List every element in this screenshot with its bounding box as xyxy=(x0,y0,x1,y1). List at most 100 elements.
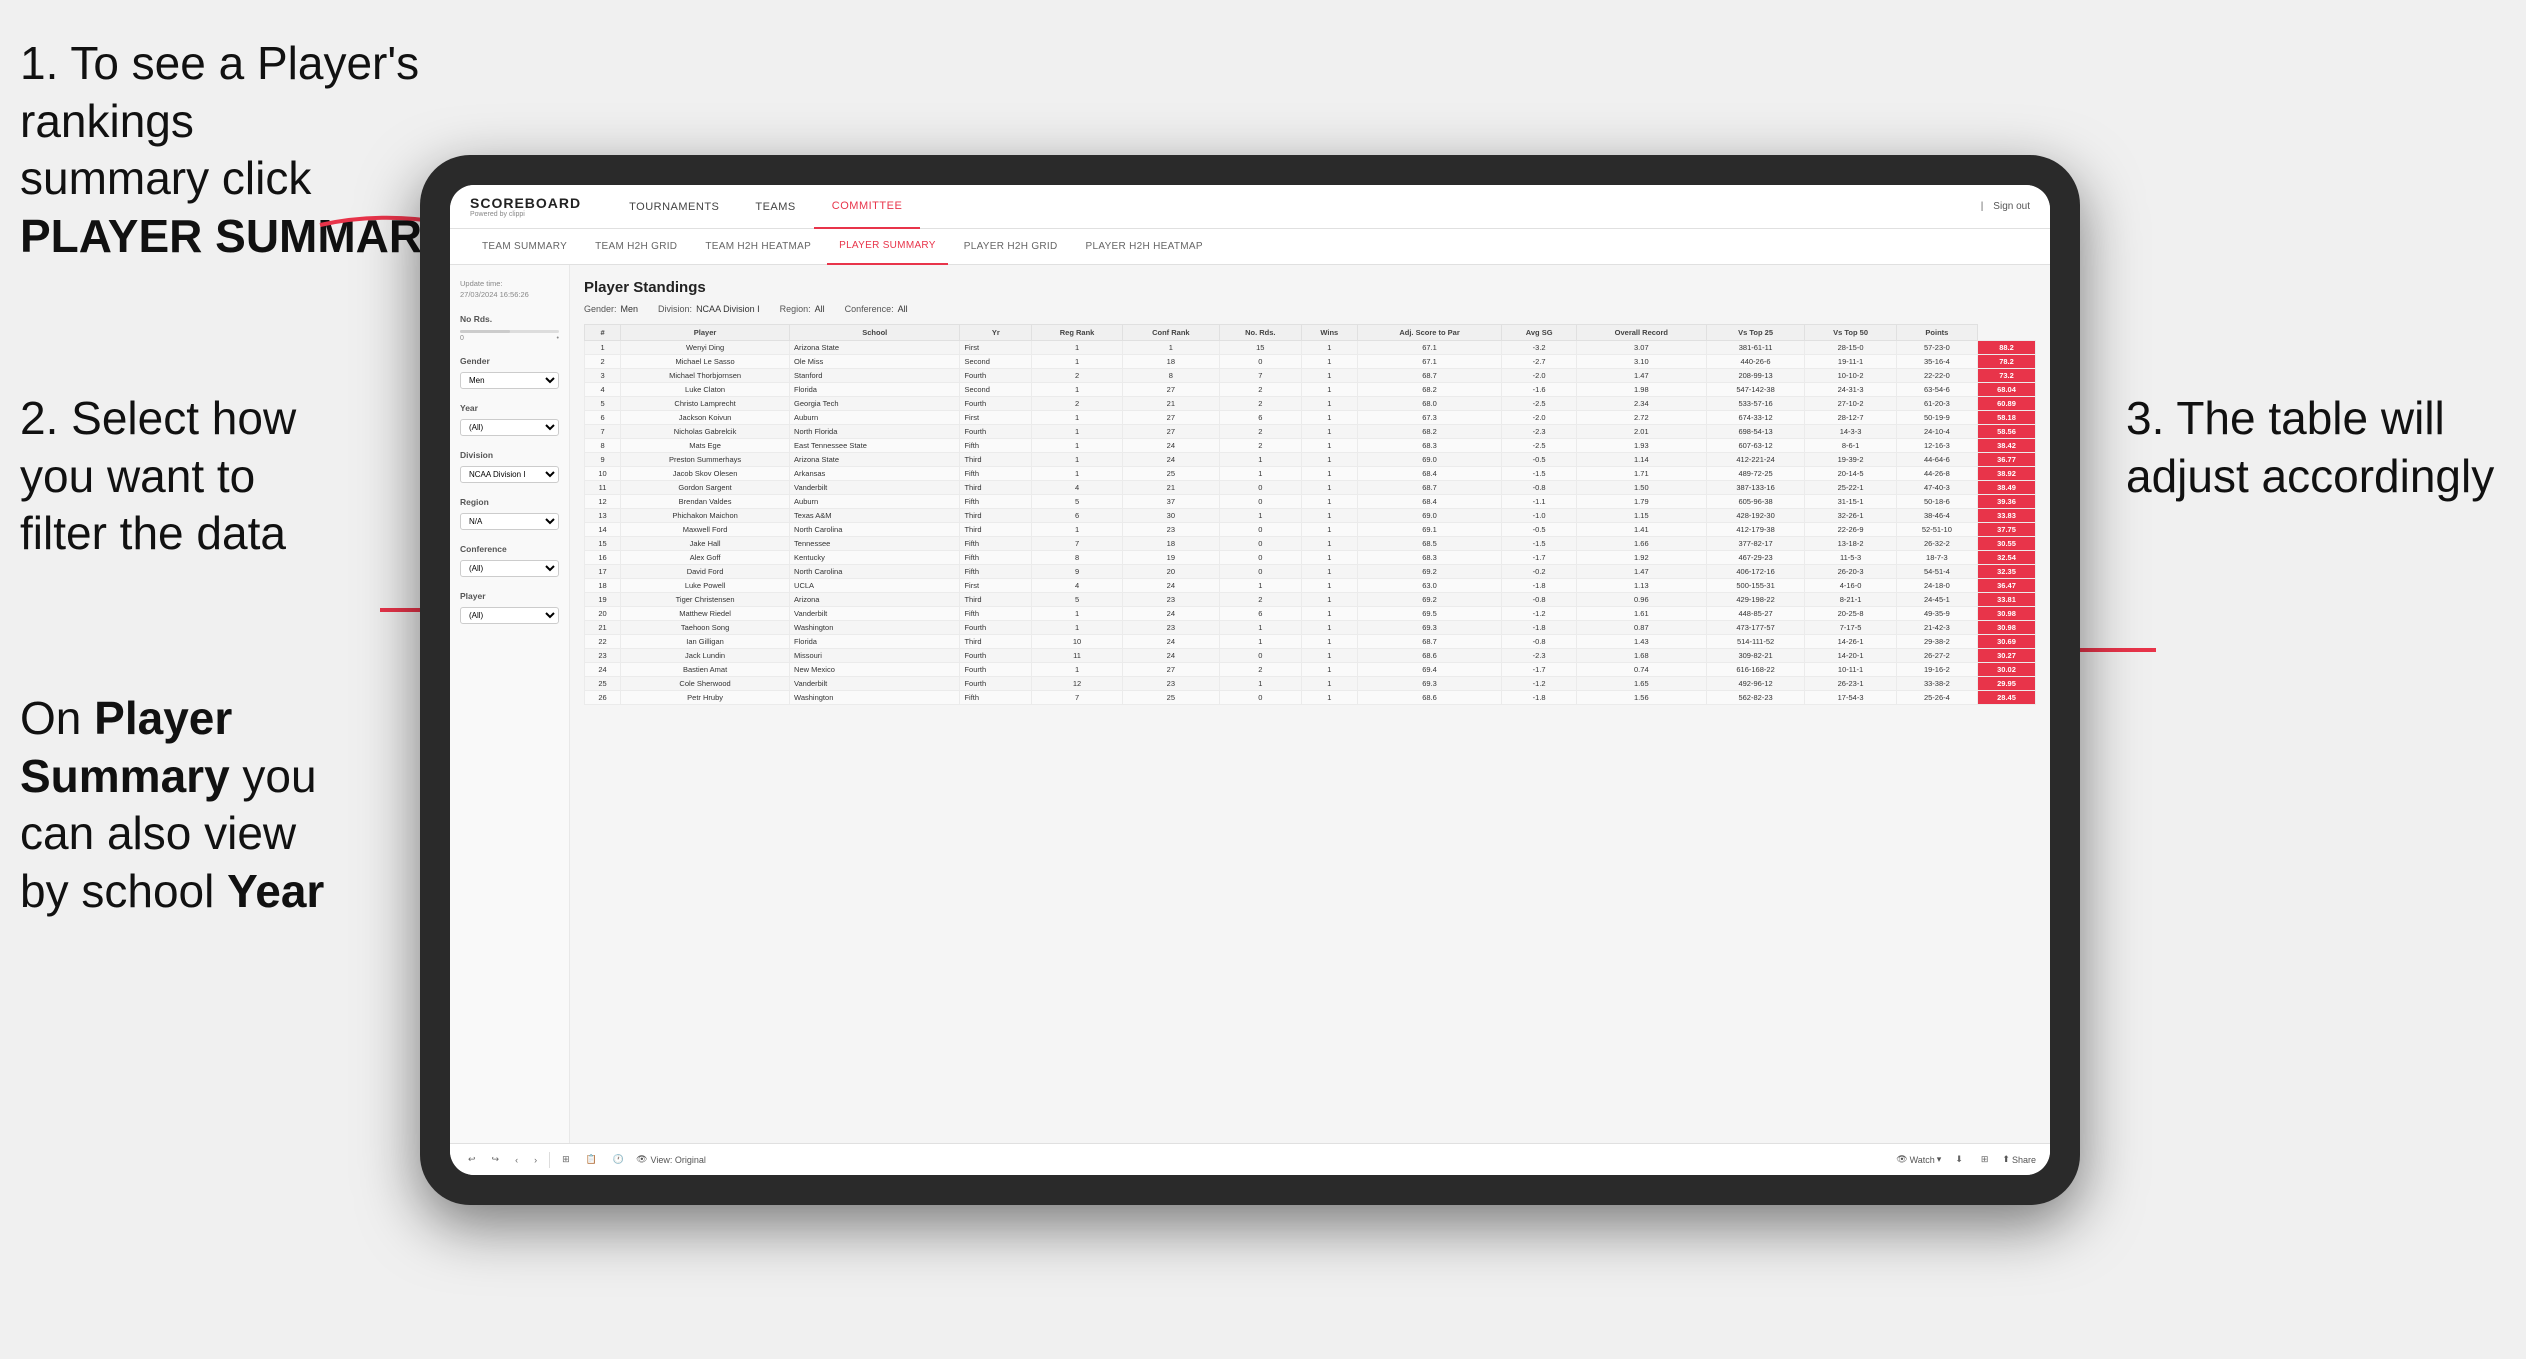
sub-nav-player-h2h-heatmap[interactable]: PLAYER H2H HEATMAP xyxy=(1074,229,1215,265)
table-cell: 1 xyxy=(1219,579,1301,593)
table-cell: 28-12-7 xyxy=(1805,411,1896,425)
table-cell: Georgia Tech xyxy=(790,397,960,411)
table-cell: 30.98 xyxy=(1978,621,2036,635)
nav-item-committee[interactable]: COMMITTEE xyxy=(814,185,921,229)
eye-watch-icon: 👁 xyxy=(1896,1154,1907,1165)
share-btn[interactable]: ⬆ Share xyxy=(2002,1154,2036,1165)
year-select[interactable]: (All) First Second Third Fourth Fifth xyxy=(460,419,559,436)
sub-nav-player-h2h-grid[interactable]: PLAYER H2H GRID xyxy=(952,229,1070,265)
watch-btn[interactable]: 👁 Watch ▾ xyxy=(1896,1154,1941,1165)
table-cell: 44-26-8 xyxy=(1896,467,1977,481)
sign-out-link[interactable]: Sign out xyxy=(1993,201,2030,212)
conference-select[interactable]: (All) xyxy=(460,560,559,577)
table-cell: 1.56 xyxy=(1576,691,1706,705)
table-cell: 23 xyxy=(585,649,621,663)
back-btn[interactable]: ‹ xyxy=(511,1153,522,1167)
sub-nav-team-h2h-grid[interactable]: TEAM H2H GRID xyxy=(583,229,689,265)
table-cell: 30.69 xyxy=(1978,635,2036,649)
table-cell: Fourth xyxy=(960,677,1032,691)
table-cell: 23 xyxy=(1122,621,1219,635)
table-cell: -2.3 xyxy=(1502,649,1577,663)
player-select[interactable]: (All) xyxy=(460,607,559,624)
table-cell: Fifth xyxy=(960,439,1032,453)
table-cell: 20 xyxy=(585,607,621,621)
table-cell: Fourth xyxy=(960,397,1032,411)
table-cell: 0 xyxy=(1219,565,1301,579)
table-cell: 78.2 xyxy=(1978,355,2036,369)
table-cell: 27-10-2 xyxy=(1805,397,1896,411)
table-cell: Fourth xyxy=(960,663,1032,677)
table-row: 6Jackson KoivunAuburnFirst1276167.3-2.02… xyxy=(585,411,2036,425)
nav-item-teams[interactable]: TEAMS xyxy=(737,185,813,229)
table-cell: 473-177-57 xyxy=(1706,621,1805,635)
table-cell: 18 xyxy=(1122,355,1219,369)
paste-btn[interactable]: 📋 xyxy=(582,1152,601,1167)
year-section: Year (All) First Second Third Fourth Fif… xyxy=(460,403,559,436)
copy-btn[interactable]: ⊞ xyxy=(558,1152,574,1167)
table-cell: 1 xyxy=(1301,621,1357,635)
col-rank: # xyxy=(585,325,621,341)
table-cell: 22 xyxy=(585,635,621,649)
table-cell: 30.27 xyxy=(1978,649,2036,663)
table-cell: 2 xyxy=(1219,593,1301,607)
region-section: Region N/A All xyxy=(460,497,559,530)
redo-btn[interactable]: ↪ xyxy=(488,1152,504,1167)
table-cell: 24 xyxy=(1122,607,1219,621)
table-cell: Ole Miss xyxy=(790,355,960,369)
view-original[interactable]: 👁 View: Original xyxy=(636,1154,706,1165)
table-cell: 2 xyxy=(1219,425,1301,439)
table-row: 15Jake HallTennesseeFifth7180168.5-1.51.… xyxy=(585,537,2036,551)
table-row: 9Preston SummerhaysArizona StateThird124… xyxy=(585,453,2036,467)
table-cell: 1 xyxy=(1122,341,1219,355)
table-cell: -2.3 xyxy=(1502,425,1577,439)
table-cell: 1 xyxy=(1301,425,1357,439)
table-cell: 2 xyxy=(1219,383,1301,397)
clock-btn[interactable]: 🕐 xyxy=(609,1152,628,1167)
sub-nav-team-h2h-heatmap[interactable]: TEAM H2H HEATMAP xyxy=(693,229,823,265)
table-cell: 1.13 xyxy=(1576,579,1706,593)
table-cell: 533-57-16 xyxy=(1706,397,1805,411)
table-cell: 67.1 xyxy=(1357,355,1502,369)
table-cell: 26-27-2 xyxy=(1896,649,1977,663)
table-cell: 0 xyxy=(1219,691,1301,705)
table-cell: 1 xyxy=(1301,509,1357,523)
grid-btn[interactable]: ⊞ xyxy=(1977,1152,1993,1167)
table-cell: Vanderbilt xyxy=(790,481,960,495)
division-select[interactable]: NCAA Division I NCAA Division II xyxy=(460,466,559,483)
instruction-bottom: On PlayerSummary youcan also viewby scho… xyxy=(20,690,400,920)
table-cell: 0 xyxy=(1219,649,1301,663)
table-cell: 1.92 xyxy=(1576,551,1706,565)
table-cell: 24 xyxy=(1122,453,1219,467)
table-cell: North Carolina xyxy=(790,523,960,537)
sub-nav-team-summary[interactable]: TEAM SUMMARY xyxy=(470,229,579,265)
forward-btn[interactable]: › xyxy=(530,1153,541,1167)
table-cell: 49-35-9 xyxy=(1896,607,1977,621)
table-cell: 25-26-4 xyxy=(1896,691,1977,705)
no-rds-slider[interactable]: 0 • xyxy=(460,330,559,342)
sub-nav-player-summary[interactable]: PLAYER SUMMARY xyxy=(827,229,948,265)
table-row: 20Matthew RiedelVanderbiltFifth1246169.5… xyxy=(585,607,2036,621)
table-cell: 30.98 xyxy=(1978,607,2036,621)
table-cell: 309-82-21 xyxy=(1706,649,1805,663)
toolbar-divider-1 xyxy=(549,1152,550,1168)
nav-item-tournaments[interactable]: TOURNAMENTS xyxy=(611,185,737,229)
table-cell: 0 xyxy=(1219,551,1301,565)
gender-select[interactable]: Men Women xyxy=(460,372,559,389)
table-cell: 20 xyxy=(1122,565,1219,579)
table-cell: 1.65 xyxy=(1576,677,1706,691)
table-row: 22Ian GilliganFloridaThird10241168.7-0.8… xyxy=(585,635,2036,649)
table-cell: 69.2 xyxy=(1357,565,1502,579)
region-select[interactable]: N/A All xyxy=(460,513,559,530)
table-cell: 1 xyxy=(1301,579,1357,593)
table-cell: -1.1 xyxy=(1502,495,1577,509)
table-cell: Second xyxy=(960,355,1032,369)
table-cell: 1 xyxy=(1219,467,1301,481)
undo-btn[interactable]: ↩ xyxy=(464,1152,480,1167)
table-cell: 68.2 xyxy=(1357,425,1502,439)
download-btn[interactable]: ⬇ xyxy=(1951,1152,1967,1167)
table-cell: -0.8 xyxy=(1502,635,1577,649)
table-cell: 12 xyxy=(585,495,621,509)
table-cell: 1 xyxy=(1219,509,1301,523)
table-cell: 54-51-4 xyxy=(1896,565,1977,579)
table-cell: 607-63-12 xyxy=(1706,439,1805,453)
